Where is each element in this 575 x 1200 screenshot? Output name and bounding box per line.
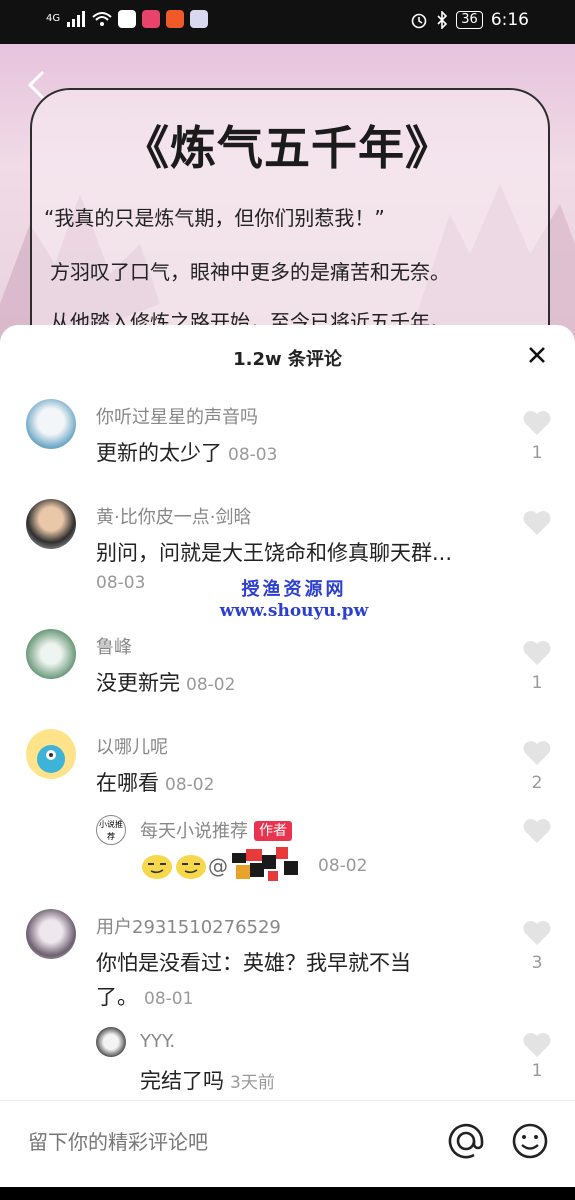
comment-text: 没更新完 08-02: [96, 671, 236, 695]
comment-date: 08-02: [186, 675, 236, 695]
smirk-emoji-icon: [142, 855, 172, 879]
watermark-line-1: 授渔资源网: [241, 579, 347, 600]
comment-text: 在哪看 08-02: [96, 771, 215, 795]
book-cover: 《炼气五千年》 “我真的只是炼气期，但你们别惹我！” 方羽叹了口气，眼神中更多的…: [0, 44, 575, 390]
comment-text: 完结了吗 3天前: [140, 1069, 275, 1093]
comment-date: 3天前: [230, 1073, 275, 1093]
like-count: 2: [531, 773, 543, 793]
like-heart-icon[interactable]: [522, 1031, 552, 1059]
like-heart-icon[interactable]: [522, 409, 552, 437]
avatar-cartoon-icon: [37, 745, 65, 773]
comment-username[interactable]: YYY.: [140, 1031, 175, 1052]
signal-icon: [67, 11, 86, 27]
comment-username[interactable]: 用户2931510276529: [96, 913, 281, 939]
like-heart-icon[interactable]: [522, 739, 552, 767]
clock: 6:16: [490, 10, 529, 30]
comment-sheet-header: 1.2w 条评论: [0, 325, 575, 385]
alarm-icon: [411, 13, 427, 29]
comment-count-title: 1.2w 条评论: [233, 349, 342, 370]
close-icon[interactable]: [525, 343, 549, 367]
bluetooth-icon: [437, 11, 448, 29]
comment-sheet: 1.2w 条评论 你听过星星的声音吗 更新的太少了 08-03 1 黄·比你皮一点…: [0, 325, 575, 1187]
book-title: 《炼气五千年》: [123, 121, 452, 175]
mention-at-icon[interactable]: [446, 1121, 486, 1161]
comment-username[interactable]: 以哪儿呢: [96, 733, 168, 759]
like-count: 1: [531, 1061, 543, 1081]
status-bar: 4G 36 6:16: [0, 0, 575, 44]
comment-username[interactable]: 鲁峰: [96, 633, 132, 659]
like-count: 1: [531, 443, 543, 463]
watermark: 授渔资源网 www.shouyu.pw: [214, 575, 374, 621]
reply-emoji-row: @ 08-02: [140, 845, 367, 887]
comment-username[interactable]: 每天小说推荐 作者: [140, 817, 292, 843]
comment-text: 更新的太少了 08-03: [96, 441, 278, 465]
watermark-line-2: www.shouyu.pw: [219, 601, 369, 621]
comment-input[interactable]: [26, 1121, 420, 1163]
comment-date: 08-01: [144, 989, 194, 1009]
like-count: 1: [531, 673, 543, 693]
comment-date: 08-02: [165, 775, 215, 795]
author-badge: 作者: [254, 821, 292, 841]
music-app-icon: [190, 10, 209, 28]
excerpt-line-2: 方羽叹了口气，眼神中更多的是痛苦和无奈。: [50, 260, 450, 284]
emoji-icon[interactable]: [510, 1121, 550, 1161]
comment-text: 别问，问就是大王饶命和修真聊天群...: [96, 541, 453, 565]
mention-symbol: @: [208, 854, 228, 878]
avatar[interactable]: 小说推荐: [96, 815, 126, 845]
comment-text-continued: 了。 08-01: [96, 985, 194, 1009]
comment-date: 08-03: [228, 445, 278, 465]
system-navbar: [0, 1187, 575, 1200]
avatar[interactable]: [26, 629, 76, 679]
avatar[interactable]: [96, 1027, 126, 1057]
app-notification-icon: [142, 10, 161, 28]
comment-username[interactable]: 你听过星星的声音吗: [96, 403, 258, 429]
comment-date: 08-03: [96, 573, 146, 593]
app-notification-icon: [166, 10, 185, 28]
comment-input-bar: [0, 1100, 575, 1188]
like-heart-icon[interactable]: [522, 509, 552, 537]
excerpt-line-1: “我真的只是炼气期，但你们别惹我！”: [44, 206, 385, 230]
comment-username[interactable]: 黄·比你皮一点·剑晗: [96, 503, 251, 529]
avatar[interactable]: [26, 399, 76, 449]
like-heart-icon[interactable]: [522, 817, 552, 845]
battery-indicator: 36: [456, 11, 483, 29]
avatar[interactable]: [26, 909, 76, 959]
comment-text: 你怕是没看过：英雄？我早就不当: [96, 951, 411, 975]
wifi-icon: [92, 12, 112, 26]
app-notification-icon: [118, 10, 137, 28]
like-heart-icon[interactable]: [522, 639, 552, 667]
redacted-mention-icon: [232, 847, 298, 881]
avatar[interactable]: [26, 729, 76, 779]
avatar[interactable]: [26, 499, 76, 549]
back-icon[interactable]: [26, 69, 46, 101]
smirk-emoji-icon: [176, 855, 206, 879]
like-count: 3: [531, 953, 543, 973]
like-heart-icon[interactable]: [522, 919, 552, 947]
comment-date: 08-02: [318, 856, 368, 876]
network-type: 4G: [46, 13, 61, 24]
